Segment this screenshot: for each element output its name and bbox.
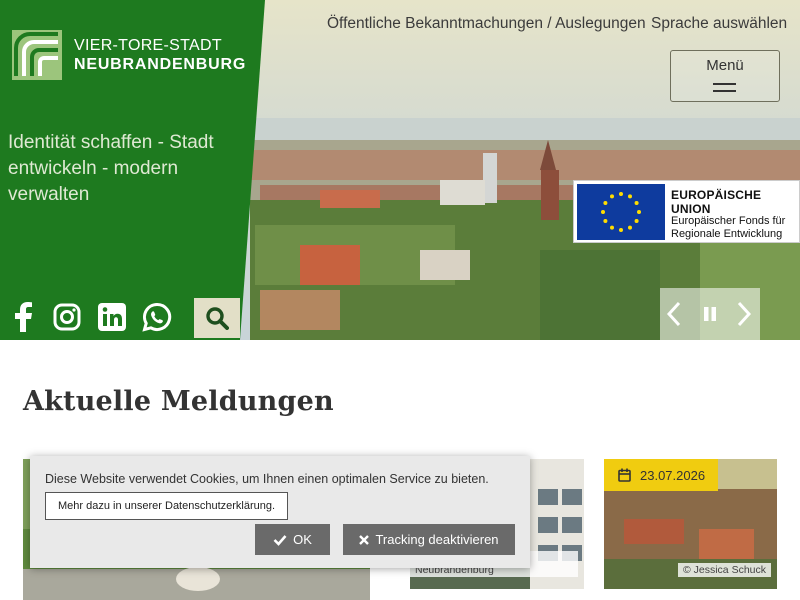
news-section-title: Aktuelle Meldungen bbox=[23, 386, 334, 417]
instagram-link[interactable] bbox=[52, 300, 82, 334]
cookie-banner: Diese Website verwendet Cookies, um Ihne… bbox=[30, 456, 530, 568]
instagram-icon bbox=[53, 303, 81, 331]
slider-controls bbox=[660, 288, 760, 340]
chevron-right-icon bbox=[737, 301, 752, 327]
linkedin-link[interactable] bbox=[97, 300, 127, 334]
eu-subtitle-line1: Europäischer Fonds für bbox=[671, 215, 786, 227]
eu-subtitle-line2: Regionale Entwicklung bbox=[671, 228, 783, 240]
cookie-text: Diese Website verwendet Cookies, um Ihne… bbox=[45, 472, 489, 486]
linkedin-icon bbox=[98, 303, 126, 331]
site-logo[interactable]: VIER-TORE-STADT NEUBRANDENBURG bbox=[12, 30, 246, 80]
calendar-icon bbox=[618, 468, 631, 482]
eu-funding-badge: EUROPÄISCHE UNION Europäischer Fonds für… bbox=[573, 180, 800, 243]
slider-pause-button[interactable] bbox=[696, 288, 724, 340]
logo-emblem-icon bbox=[12, 30, 62, 80]
hamburger-icon bbox=[713, 83, 736, 85]
hero-slider: VIER-TORE-STADT NEUBRANDENBURG Identität… bbox=[0, 0, 800, 340]
pause-icon bbox=[704, 307, 716, 321]
facebook-link[interactable] bbox=[8, 300, 38, 334]
eu-title: EUROPÄISCHE UNION bbox=[671, 188, 762, 216]
news-date-badge: 23.07.2026 bbox=[604, 459, 718, 491]
nav-announcements-link[interactable]: Öffentliche Bekanntmachungen / Auslegung… bbox=[327, 15, 646, 33]
close-icon bbox=[359, 534, 370, 545]
news-date: 23.07.2026 bbox=[640, 467, 706, 483]
hamburger-icon-line bbox=[713, 90, 736, 92]
eu-subtitle: Europäischer Fonds für Regionale Entwick… bbox=[671, 215, 785, 241]
slider-next-button[interactable] bbox=[730, 288, 758, 340]
cookie-ok-label: OK bbox=[293, 532, 312, 547]
tracking-disable-label: Tracking deaktivieren bbox=[375, 532, 499, 547]
facebook-icon bbox=[15, 302, 32, 332]
whatsapp-icon bbox=[142, 302, 172, 332]
privacy-policy-link[interactable]: Mehr dazu in unserer Datenschutzerklärun… bbox=[45, 492, 289, 520]
cookie-ok-button[interactable]: OK bbox=[255, 524, 330, 555]
tracking-disable-button[interactable]: Tracking deaktivieren bbox=[343, 524, 515, 555]
slider-prev-button[interactable] bbox=[660, 288, 688, 340]
whatsapp-link[interactable] bbox=[142, 300, 172, 334]
tagline: Identität schaffen - Stadt entwickeln - … bbox=[8, 132, 214, 205]
logo-text: VIER-TORE-STADT NEUBRANDENBURG bbox=[74, 36, 246, 74]
search-button[interactable] bbox=[194, 298, 240, 338]
page: VIER-TORE-STADT NEUBRANDENBURG Identität… bbox=[0, 0, 800, 600]
menu-label: Menü bbox=[706, 57, 744, 74]
check-icon bbox=[273, 534, 287, 546]
photo-credit: © Jessica Schuck bbox=[677, 563, 771, 577]
menu-button[interactable]: Menü bbox=[670, 50, 780, 102]
search-icon bbox=[206, 307, 229, 330]
chevron-left-icon bbox=[666, 301, 681, 327]
logo-line2: NEUBRANDENBURG bbox=[74, 56, 247, 73]
language-selector[interactable]: Sprache auswählen bbox=[651, 15, 787, 33]
logo-line1: VIER-TORE-STADT bbox=[74, 37, 222, 54]
eu-flag-icon bbox=[577, 184, 665, 240]
